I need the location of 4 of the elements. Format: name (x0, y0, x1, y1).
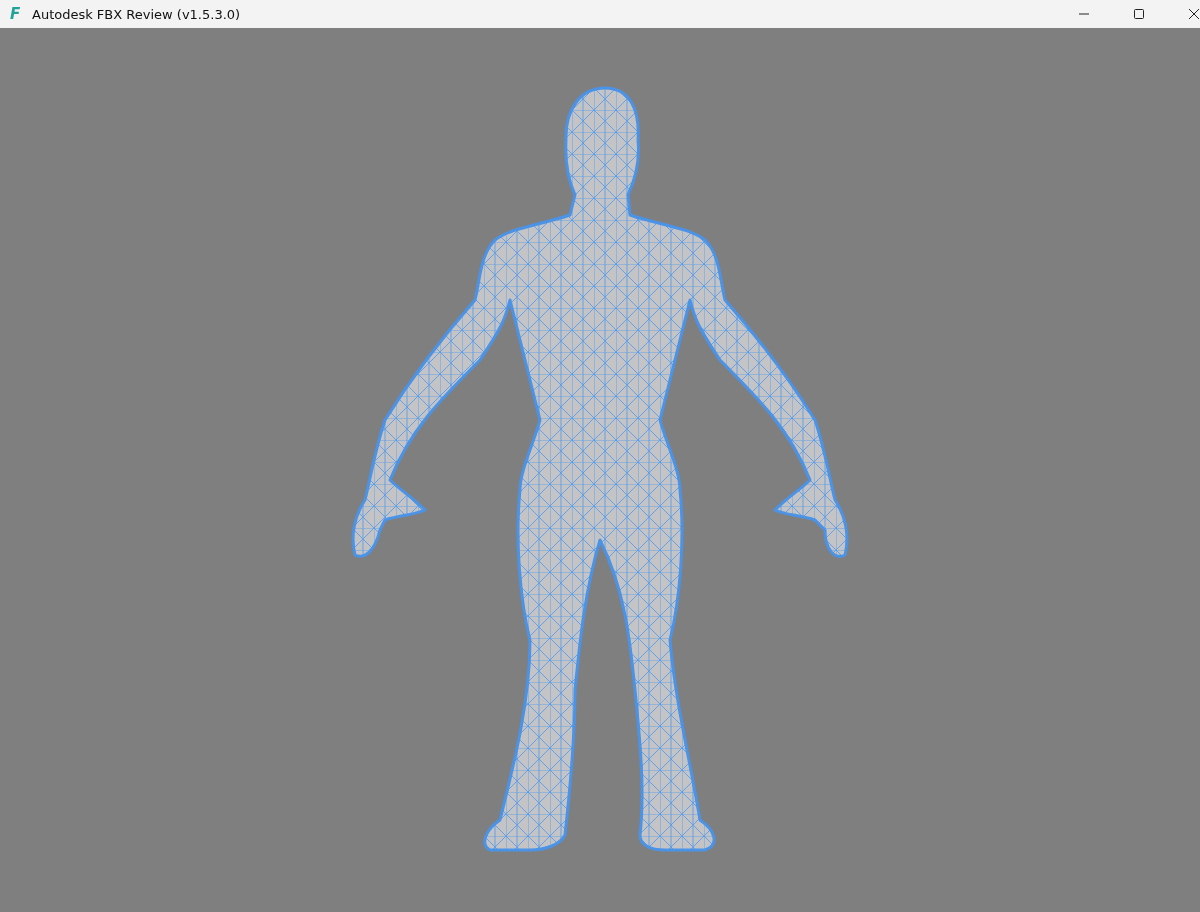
app-logo-icon: F (10, 6, 24, 22)
close-icon (1187, 8, 1200, 20)
maximize-icon (1132, 8, 1145, 20)
window-title: Autodesk FBX Review (v1.5.3.0) (32, 6, 241, 22)
